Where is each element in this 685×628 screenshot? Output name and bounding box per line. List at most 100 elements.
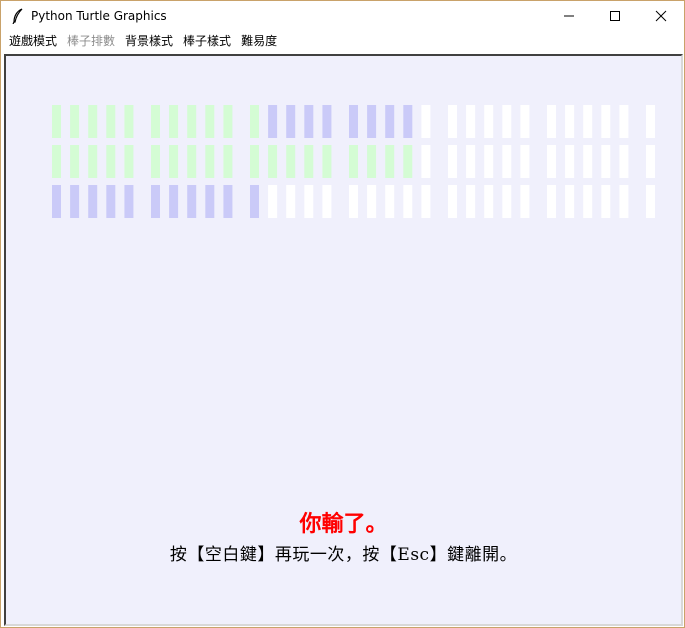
stick — [619, 145, 629, 178]
stick — [421, 145, 431, 178]
window-controls — [546, 1, 684, 31]
help-message: 按【空白鍵】再玩一次，按【Esc】鍵離開。 — [169, 545, 518, 565]
maximize-button[interactable] — [592, 1, 638, 31]
stick — [565, 145, 575, 178]
stick — [547, 185, 556, 218]
stick — [106, 145, 116, 178]
stick — [601, 105, 611, 138]
stick — [484, 185, 494, 218]
stick — [268, 185, 278, 218]
menu-stick-rows[interactable]: 棒子排數 — [62, 31, 120, 51]
stick — [583, 105, 593, 138]
stick — [106, 185, 116, 218]
turtle-window: Python Turtle Graphics 遊戲模式 棒子排數 背景樣式 棒子… — [0, 0, 685, 628]
stick — [448, 145, 457, 178]
stick — [88, 145, 98, 178]
stick — [520, 145, 530, 178]
stick — [88, 105, 98, 138]
stick — [169, 105, 179, 138]
stick — [466, 145, 476, 178]
stick — [349, 185, 358, 218]
stick — [304, 145, 314, 178]
stick — [223, 105, 233, 138]
turtle-canvas-frame: 你輸了。 按【空白鍵】再玩一次，按【Esc】鍵離開。 — [4, 54, 683, 626]
stick — [187, 105, 197, 138]
stick — [466, 105, 476, 138]
minimize-button[interactable] — [546, 1, 592, 31]
stick — [70, 145, 80, 178]
stick — [250, 185, 259, 218]
stick — [268, 145, 278, 178]
stick — [403, 185, 413, 218]
menu-game-mode[interactable]: 遊戲模式 — [4, 31, 62, 51]
stick — [403, 105, 413, 138]
close-button[interactable] — [638, 1, 684, 31]
stick — [250, 105, 259, 138]
stick — [547, 145, 556, 178]
close-icon — [655, 10, 667, 22]
stick — [349, 145, 358, 178]
stick — [286, 185, 296, 218]
stick — [106, 105, 116, 138]
stick — [619, 105, 629, 138]
stick — [421, 105, 431, 138]
stick — [565, 105, 575, 138]
stick — [124, 185, 134, 218]
stick — [205, 105, 215, 138]
stick — [151, 185, 160, 218]
stick — [286, 105, 296, 138]
stick — [349, 105, 358, 138]
menu-stick-style[interactable]: 棒子樣式 — [178, 31, 236, 51]
stick — [403, 145, 413, 178]
stick — [322, 105, 332, 138]
stick — [205, 185, 215, 218]
stick — [187, 145, 197, 178]
stick — [520, 185, 530, 218]
turtle-canvas[interactable]: 你輸了。 按【空白鍵】再玩一次，按【Esc】鍵離開。 — [6, 56, 681, 624]
stick — [187, 185, 197, 218]
menu-difficulty[interactable]: 難易度 — [236, 31, 282, 51]
stick — [583, 145, 593, 178]
stick — [52, 105, 61, 138]
stick — [322, 185, 332, 218]
stick — [70, 185, 80, 218]
stick — [385, 145, 395, 178]
stick — [547, 105, 556, 138]
title-bar[interactable]: Python Turtle Graphics — [1, 1, 684, 31]
stick — [151, 105, 160, 138]
stick — [619, 185, 629, 218]
stick — [250, 145, 259, 178]
stick — [268, 105, 278, 138]
stick — [367, 145, 377, 178]
stick — [646, 105, 655, 138]
stick — [124, 105, 134, 138]
stick — [502, 105, 512, 138]
menu-background-style[interactable]: 背景樣式 — [120, 31, 178, 51]
stick — [448, 185, 457, 218]
stick — [421, 185, 431, 218]
stick — [70, 105, 80, 138]
stick — [583, 185, 593, 218]
stick — [88, 185, 98, 218]
stick — [502, 145, 512, 178]
stick — [484, 145, 494, 178]
maximize-icon — [610, 11, 620, 21]
stick — [367, 185, 377, 218]
stick — [304, 105, 314, 138]
feather-icon — [10, 8, 26, 24]
stick — [646, 145, 655, 178]
stick — [385, 185, 395, 218]
stick-board — [52, 105, 655, 218]
stick — [151, 145, 160, 178]
stick — [286, 145, 296, 178]
stick — [205, 145, 215, 178]
stick — [502, 185, 512, 218]
stick — [367, 105, 377, 138]
stick — [223, 185, 233, 218]
stick — [304, 185, 314, 218]
stick — [601, 145, 611, 178]
stick — [169, 185, 179, 218]
stick — [448, 105, 457, 138]
stick — [52, 185, 61, 218]
stick — [520, 105, 530, 138]
